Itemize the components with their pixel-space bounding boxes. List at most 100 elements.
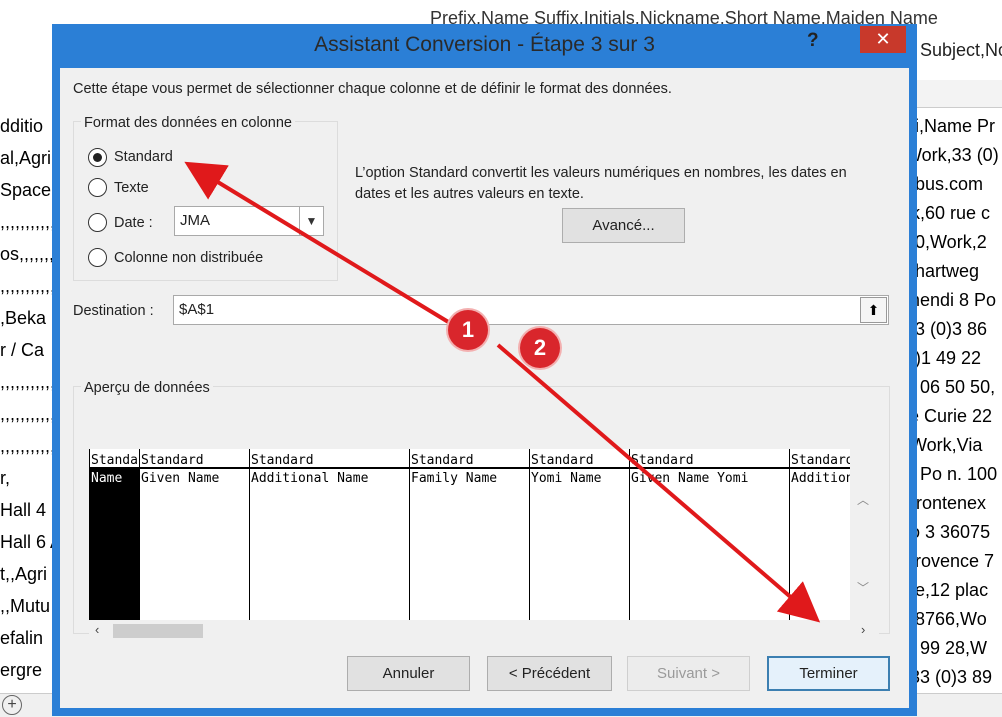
scroll-left-icon[interactable]: ‹ [95,622,99,637]
preview-column[interactable]: Standard Given Name Yomi [629,449,789,620]
preview-column-header: Standard [91,453,139,468]
format-group-label: Format des données en colonne [81,115,295,131]
annotation-badge-2: 2 [520,328,560,368]
background-cell-right: , hartweg [905,261,980,281]
description-line2: dates et les autres valeurs en texte. [355,186,584,202]
close-button[interactable]: ✕ [860,26,906,53]
dialog-client-area: Cette étape vous permet de sélectionner … [60,68,909,708]
date-format-value: JMA [180,212,210,229]
radio-date[interactable] [88,213,107,232]
background-cell-right: Frontenex [905,493,987,513]
background-cell-right: ge,12 plac [905,580,989,600]
preview-column[interactable]: Standard Name [89,449,139,620]
conversion-wizard-dialog: Assistant Conversion - Étape 3 sur 3 ? ✕… [52,24,917,716]
preview-cell: Additional Name Yomi [791,471,859,486]
background-cell-left: ,,,,,,,,,,, [0,436,55,456]
background-cell-right: Work,33 (0) [905,145,999,165]
preview-label: Aperçu de données [81,380,213,396]
background-cell-right: rk,60 rue c [905,203,991,223]
background-cell-left: Hall 4 [0,500,47,520]
background-cell-right: 0)1 49 22 [905,348,982,368]
radio-date-label[interactable]: Date : [114,215,153,231]
preview-column-header: Standard [631,453,694,468]
scroll-down-icon[interactable]: ﹀ [857,579,869,596]
radio-skip[interactable] [88,248,107,267]
chevron-down-icon[interactable]: ▼ [299,207,323,235]
destination-label: Destination : [73,303,154,319]
preview-vertical-scrollbar[interactable]: ︿ ﹀ [850,449,880,620]
dialog-titlebar: Assistant Conversion - Étape 3 sur 3 ? ✕ [52,24,917,66]
preview-column[interactable]: Standard Yomi Name [529,449,629,620]
preview-column[interactable]: Standard Given Name [139,449,249,620]
background-cell-right: ni,Name Pr [905,116,996,136]
preview-cell: Given Name [141,471,220,486]
destination-input[interactable]: $A$1 [173,295,889,325]
previous-button[interactable]: < Précédent [487,656,612,691]
background-cell-left: Hall 6 A [0,532,55,552]
advanced-button[interactable]: Avancé... [562,208,685,243]
radio-text-label[interactable]: Texte [114,180,149,196]
help-button[interactable]: ? [807,30,819,52]
background-cell-left: ,,Mutu [0,596,51,616]
header-row-text-2: Subject,No [920,40,1002,60]
next-button[interactable]: Suivant > [627,656,750,691]
radio-standard[interactable] [88,148,107,167]
background-cell-left: r / Ca [0,340,45,360]
background-cell-right: ie Curie 22 [905,406,993,426]
background-cell-left: ,,,,,,,,,,, [0,372,55,392]
preview-column[interactable]: Standard Family Name [409,449,529,620]
background-cell-left: t,,Agri [0,564,48,584]
preview-cell: Additional Name [251,471,369,486]
cancel-button[interactable]: Annuler [347,656,470,691]
radio-skip-label[interactable]: Colonne non distribuée [114,250,263,266]
radio-standard-label[interactable]: Standard [114,149,173,165]
background-cell-left: ,Beka [0,308,47,328]
collapse-dialog-icon[interactable]: ⬆ [860,297,887,323]
preview-column-header: Standard [791,453,854,468]
background-cell-right: 4 06 50 50, [905,377,996,397]
background-cell-left: efalin [0,628,44,648]
background-cell-right: 88766,Wo [905,609,987,629]
background-cell-right: 70,Work,2 [905,232,987,252]
background-cell-left: ,,,,,,,,,,, [0,276,55,296]
background-cell-left: ergre [0,660,43,680]
background-cell-right: mendi 8 Po [905,290,997,310]
radio-text[interactable] [88,178,107,197]
preview-cell: Name [91,471,123,486]
background-cell-right: ,Work,Via [905,435,983,455]
finish-button[interactable]: Terminer [767,656,890,691]
column-header-strip [917,80,1002,108]
preview-column-header: Standard [141,453,204,468]
annotation-badge-1: 1 [448,310,488,350]
data-preview[interactable]: StandardNameStandardGiven NameStandardAd… [89,449,880,620]
background-cell-right: to 3 36075 [905,522,991,542]
preview-cell: Given Name Yomi [631,471,749,486]
date-format-select[interactable]: JMA ▼ [174,206,324,236]
preview-column-header: Standard [411,453,474,468]
background-cell-left: dditio [0,116,44,136]
preview-column-header: Standard [531,453,594,468]
add-sheet-icon[interactable]: + [2,695,22,715]
scrollbar-thumb[interactable] [113,624,203,638]
background-cell-right: ,33 (0)3 89 [905,667,993,687]
preview-column-header: Standard [251,453,314,468]
background-cell-right: provence 7 [905,551,995,571]
preview-column[interactable]: Standard Additional Name Yomi [789,449,859,620]
preview-cell: Family Name [411,471,498,486]
preview-header-divider [89,467,880,469]
background-cell-right: 33 (0)3 86 [905,319,988,339]
scroll-up-icon[interactable]: ︿ [857,491,869,508]
preview-horizontal-scrollbar[interactable]: ‹ › [89,620,879,642]
background-cell-right: e Po n. 100 [905,464,998,484]
background-cell-left: ,,,,,,,,,,, [0,404,55,424]
preview-cell: Yomi Name [531,471,602,486]
background-cell-right: 4 99 28,W [905,638,988,658]
background-cell-left: os,,,,,,, [0,244,55,264]
scroll-right-icon[interactable]: › [861,622,865,637]
preview-column[interactable]: Standard Additional Name [249,449,409,620]
background-cell-left: r, [0,468,11,488]
background-cell-left: al,Agri [0,148,52,168]
intro-text: Cette étape vous permet de sélectionner … [73,81,672,97]
description-line1: L’option Standard convertit les valeurs … [355,165,847,181]
background-cell-right: irbus.com [905,174,984,194]
